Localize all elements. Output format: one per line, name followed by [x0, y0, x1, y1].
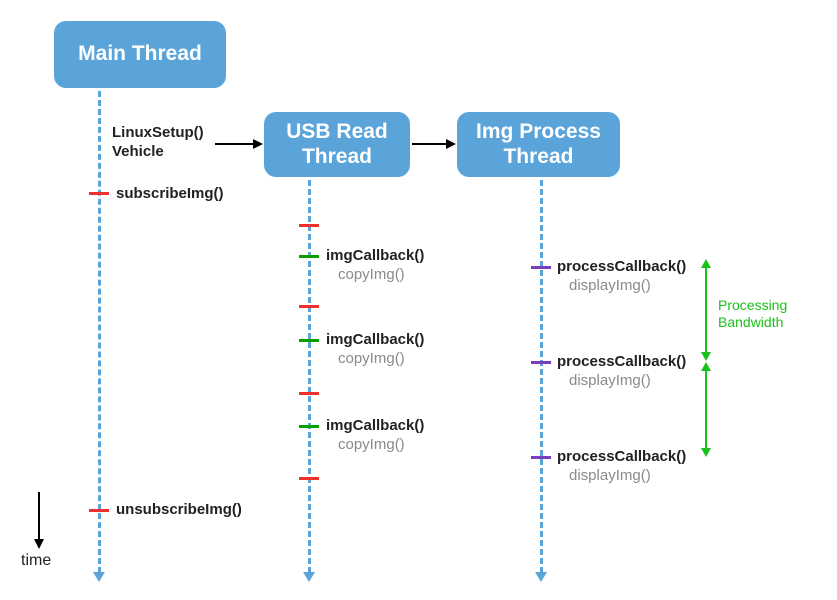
- thread-box-imgproc: Img Process Thread: [457, 112, 620, 177]
- arrow-usb-to-imgproc-head: [446, 139, 456, 149]
- label-processcallback-2: processCallback(): [557, 353, 686, 370]
- tick-usb-green-1: [299, 255, 319, 258]
- time-arrow-head: [34, 539, 44, 549]
- label-copyimg-2: copyImg(): [338, 350, 405, 367]
- tick-usb-green-3: [299, 425, 319, 428]
- bandwidth-arrow-1: [705, 267, 707, 353]
- tick-usb-red-2b: [299, 392, 319, 395]
- label-time: time: [21, 552, 51, 570]
- label-displayimg-3: displayImg(): [569, 467, 651, 484]
- timeline-usb: [308, 180, 311, 573]
- label-vehicle: Vehicle: [112, 143, 164, 160]
- arrow-main-to-usb-head: [253, 139, 263, 149]
- tick-proc-2: [531, 361, 551, 364]
- label-unsubscribe: unsubscribeImg(): [116, 501, 242, 518]
- tick-usb-red-3b: [299, 477, 319, 480]
- timeline-usb-arrow: [303, 572, 315, 582]
- label-imgcallback-1: imgCallback(): [326, 247, 424, 264]
- label-linuxsetup: LinuxSetup(): [112, 124, 204, 141]
- timeline-imgproc: [540, 180, 543, 573]
- tick-unsubscribe: [89, 509, 109, 512]
- bandwidth-arrow-1-down: [701, 352, 711, 361]
- timeline-main-arrow: [93, 572, 105, 582]
- bandwidth-arrow-2-down: [701, 448, 711, 457]
- label-processcallback-1: processCallback(): [557, 258, 686, 275]
- label-copyimg-3: copyImg(): [338, 436, 405, 453]
- label-processcallback-3: processCallback(): [557, 448, 686, 465]
- thread-box-usb: USB Read Thread: [264, 112, 410, 177]
- label-imgcallback-2: imgCallback(): [326, 331, 424, 348]
- tick-usb-red-1a: [299, 224, 319, 227]
- tick-proc-3: [531, 456, 551, 459]
- timeline-imgproc-arrow: [535, 572, 547, 582]
- arrow-main-to-usb: [215, 143, 254, 145]
- time-arrow-line: [38, 492, 40, 540]
- tick-proc-1: [531, 266, 551, 269]
- label-imgcallback-3: imgCallback(): [326, 417, 424, 434]
- label-copyimg-1: copyImg(): [338, 266, 405, 283]
- bandwidth-arrow-2: [705, 370, 707, 449]
- label-bandwidth-2: Bandwidth: [718, 314, 783, 330]
- tick-usb-red-1b: [299, 305, 319, 308]
- label-displayimg-2: displayImg(): [569, 372, 651, 389]
- arrow-usb-to-imgproc: [412, 143, 447, 145]
- timeline-main: [98, 91, 101, 573]
- label-displayimg-1: displayImg(): [569, 277, 651, 294]
- diagram-canvas: Main Thread USB Read Thread Img Process …: [0, 0, 837, 600]
- label-bandwidth-1: Processing: [718, 297, 787, 313]
- tick-subscribe: [89, 192, 109, 195]
- tick-usb-green-2: [299, 339, 319, 342]
- label-subscribe: subscribeImg(): [116, 185, 224, 202]
- thread-box-main: Main Thread: [54, 21, 226, 88]
